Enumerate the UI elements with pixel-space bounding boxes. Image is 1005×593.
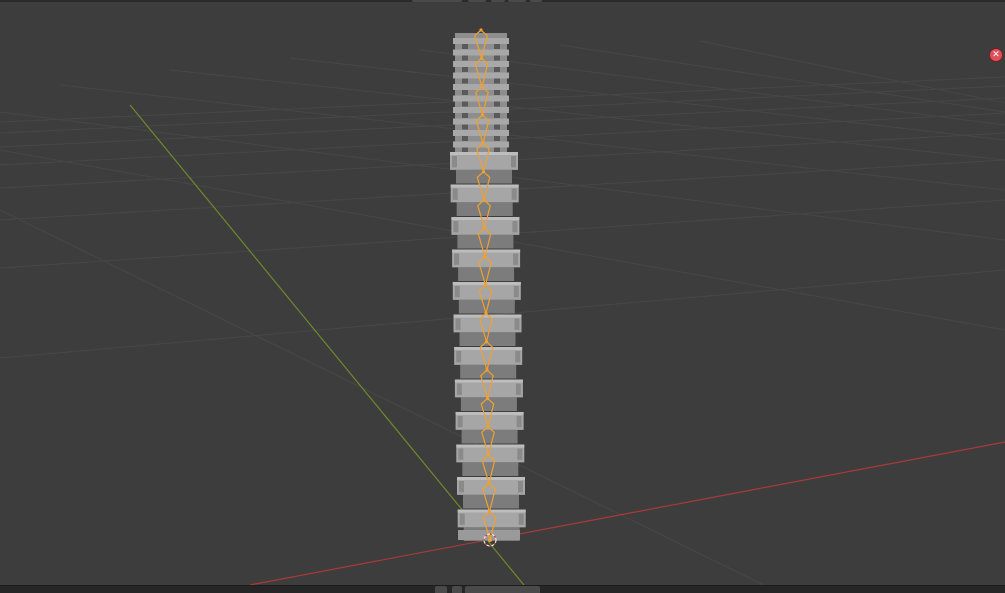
grid-line bbox=[559, 44, 1005, 113]
mesh-segment-top bbox=[454, 379, 523, 383]
mesh-rib bbox=[453, 118, 509, 125]
bone-joint[interactable] bbox=[482, 226, 487, 230]
mesh-notch bbox=[511, 188, 517, 200]
bone-joint[interactable] bbox=[484, 340, 489, 344]
mesh-notch bbox=[456, 351, 462, 363]
close-icon[interactable] bbox=[990, 49, 1002, 61]
bone-joint[interactable] bbox=[481, 170, 486, 174]
mesh-notch bbox=[456, 383, 462, 395]
mesh-segment-top bbox=[457, 509, 526, 513]
bone-joint[interactable] bbox=[485, 396, 490, 400]
mesh-rib bbox=[453, 61, 509, 67]
bone-joint[interactable] bbox=[487, 510, 492, 514]
mesh-notch bbox=[458, 448, 464, 460]
bone-joint[interactable] bbox=[479, 56, 484, 60]
mesh-notch bbox=[455, 318, 461, 330]
mesh-slot bbox=[494, 124, 500, 130]
bone-joint[interactable] bbox=[483, 283, 488, 287]
mesh-notch bbox=[459, 513, 465, 525]
mesh-slot bbox=[462, 44, 468, 49]
3d-viewport[interactable] bbox=[0, 0, 1005, 593]
mesh-slot bbox=[462, 136, 468, 141]
mesh-slot bbox=[494, 90, 500, 95]
mesh-segment-gap bbox=[462, 462, 519, 476]
mesh-segment-top bbox=[451, 217, 520, 220]
mesh-notch bbox=[513, 286, 519, 298]
mesh-slot bbox=[462, 147, 468, 153]
mesh-slot bbox=[494, 55, 500, 61]
bone-joint[interactable] bbox=[486, 425, 490, 429]
mesh-notch bbox=[513, 253, 519, 265]
mesh-slot bbox=[494, 147, 500, 153]
mesh-notch bbox=[452, 156, 457, 168]
mesh-slot bbox=[462, 78, 468, 84]
mesh-segment-gap bbox=[456, 202, 513, 216]
viewport-canvas[interactable] bbox=[0, 0, 1005, 593]
bone-joint[interactable] bbox=[483, 255, 487, 259]
mesh-rib bbox=[453, 72, 509, 79]
mesh-slot bbox=[494, 67, 500, 72]
mesh-slot bbox=[462, 101, 468, 107]
bone-joint[interactable] bbox=[487, 481, 491, 485]
mesh-rib bbox=[453, 95, 509, 102]
mesh-notch bbox=[511, 156, 516, 168]
grid-line bbox=[699, 40, 1005, 104]
bone-joint[interactable] bbox=[482, 198, 486, 202]
mesh-slot bbox=[494, 78, 500, 84]
mesh-slot bbox=[462, 67, 468, 72]
mesh-slot bbox=[462, 90, 468, 95]
mesh-segment-gap bbox=[457, 234, 514, 249]
bone-joint[interactable] bbox=[485, 368, 489, 372]
mesh-slot bbox=[494, 113, 500, 118]
mesh-notch bbox=[516, 416, 522, 428]
bone-joint[interactable] bbox=[486, 453, 491, 457]
mesh-notch bbox=[518, 481, 523, 493]
x-axis-line bbox=[249, 441, 1005, 586]
mesh-segment-top bbox=[455, 412, 524, 415]
grid-line bbox=[0, 209, 781, 593]
mesh-slot bbox=[494, 101, 500, 107]
mesh-rib bbox=[453, 38, 509, 44]
mesh-notch bbox=[517, 448, 523, 460]
mesh-slot bbox=[462, 113, 468, 118]
bone-joint[interactable] bbox=[480, 85, 484, 89]
grid-line bbox=[169, 69, 1005, 161]
mesh-notch bbox=[518, 513, 524, 525]
mesh-slot bbox=[494, 136, 500, 141]
mesh-notch bbox=[454, 286, 460, 298]
bone-joint[interactable] bbox=[481, 141, 485, 145]
mesh-slot bbox=[494, 44, 500, 49]
mesh-notch bbox=[459, 481, 464, 493]
bone-joint[interactable] bbox=[479, 28, 483, 32]
footer-tab[interactable] bbox=[435, 586, 447, 593]
footer-tab[interactable] bbox=[452, 586, 462, 593]
mesh-slot bbox=[462, 55, 468, 61]
footer-strip bbox=[0, 585, 1005, 593]
mesh-notch bbox=[454, 253, 460, 265]
mesh-segment-gap bbox=[461, 429, 518, 444]
footer-tab[interactable] bbox=[465, 586, 540, 593]
mesh-notch bbox=[512, 221, 518, 233]
mesh-notch bbox=[515, 383, 521, 395]
mesh-segment-gap bbox=[458, 267, 515, 281]
mesh-notch bbox=[452, 188, 458, 200]
mesh-notch bbox=[453, 221, 459, 233]
bone-joint[interactable] bbox=[484, 311, 488, 315]
mesh-notch bbox=[515, 351, 521, 363]
mesh-slot bbox=[462, 124, 468, 130]
mesh-segment-top bbox=[450, 184, 519, 188]
mesh-notch bbox=[457, 416, 463, 428]
bone-joint[interactable] bbox=[480, 113, 485, 117]
mesh-notch bbox=[514, 318, 520, 330]
mesh-segment-top bbox=[454, 347, 523, 350]
mesh-segment-top bbox=[450, 152, 518, 155]
